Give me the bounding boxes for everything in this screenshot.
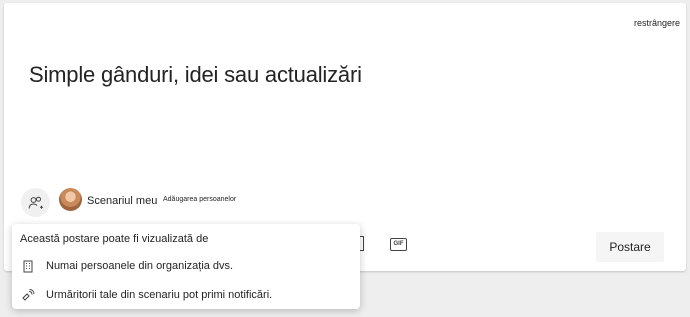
add-people-icon	[28, 196, 43, 209]
popup-item-organization: Numai persoanele din organizația dvs.	[20, 258, 233, 274]
building-icon	[20, 258, 36, 274]
collapse-link[interactable]: restrângere	[634, 18, 680, 28]
scenario-label[interactable]: Scenariul meu	[87, 195, 157, 207]
audience-button[interactable]	[21, 188, 50, 217]
post-text-input[interactable]: Simple gânduri, idei sau actualizări	[29, 62, 362, 88]
add-people-link[interactable]: Adăugarea persoanelor	[163, 196, 236, 203]
popup-item-label: Urmăritorii tale din scenariu pot primi …	[46, 289, 273, 301]
gif-icon[interactable]: GIF	[390, 238, 407, 251]
audience-popup: Această postare poate fi vizualizată de …	[12, 224, 360, 309]
popup-item-followers: Urmăritorii tale din scenariu pot primi …	[20, 287, 272, 303]
post-button[interactable]: Postare	[596, 232, 664, 262]
popup-item-label: Numai persoanele din organizația dvs.	[46, 260, 234, 272]
avatar	[59, 188, 82, 211]
broadcast-icon	[20, 287, 36, 303]
popup-title: Această postare poate fi vizualizată de	[20, 233, 209, 245]
